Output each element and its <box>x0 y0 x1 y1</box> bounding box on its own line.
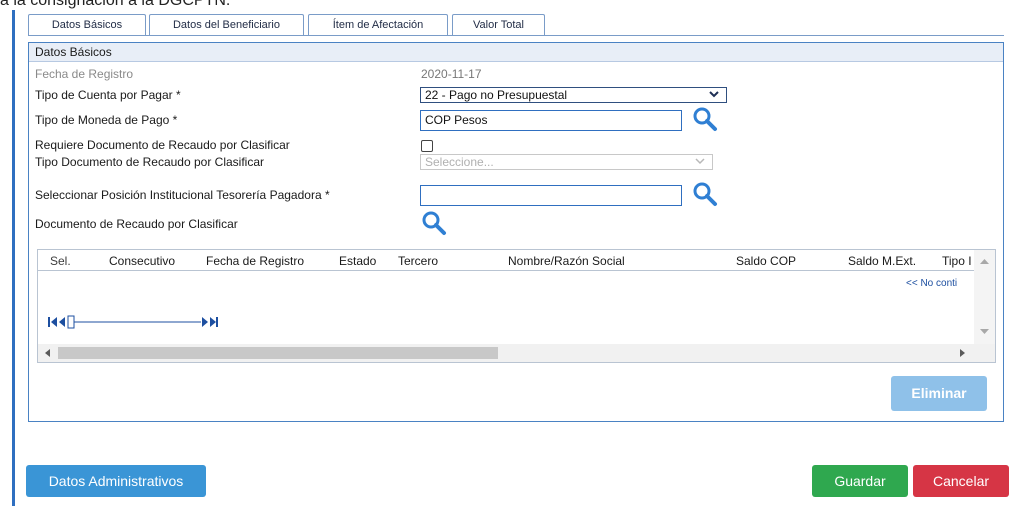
column-header-consecutivo[interactable]: Consecutivo <box>109 254 175 268</box>
column-header-estado[interactable]: Estado <box>339 254 376 268</box>
first-page-icon[interactable] <box>48 317 57 327</box>
next-page-icon[interactable] <box>202 317 208 327</box>
grid-pager <box>48 314 218 330</box>
doc-recaudo-label: Documento de Recaudo por Clasificar <box>35 217 238 231</box>
horizontal-scroll-thumb[interactable] <box>58 347 498 359</box>
column-header-saldo-mext[interactable]: Saldo M.Ext. <box>848 254 916 268</box>
document-text: a la consignación a la DGCPTN. <box>0 0 231 9</box>
eliminar-button[interactable]: Eliminar <box>891 376 987 411</box>
column-header-saldo-cop[interactable]: Saldo COP <box>736 254 796 268</box>
datos-administrativos-button[interactable]: Datos Administrativos <box>26 465 206 497</box>
requiere-doc-label: Requiere Documento de Recaudo por Clasif… <box>35 138 290 152</box>
previous-page-icon[interactable] <box>59 317 65 327</box>
search-icon[interactable] <box>421 210 447 236</box>
panel-title: Datos Básicos <box>29 43 1003 62</box>
tipo-moneda-input[interactable]: COP Pesos <box>420 110 682 131</box>
requiere-doc-checkbox[interactable] <box>421 140 433 152</box>
cancelar-button[interactable]: Cancelar <box>913 465 1009 497</box>
tipo-cuenta-label: Tipo de Cuenta por Pagar * <box>35 88 181 102</box>
grid-header <box>38 250 974 271</box>
tab-item-afectacion[interactable]: Ítem de Afectación <box>308 14 448 36</box>
tipo-doc-placeholder: Seleccione... <box>425 155 494 169</box>
chevron-down-icon <box>708 88 720 104</box>
fecha-registro-label: Fecha de Registro <box>35 67 134 81</box>
left-accent-bar <box>12 10 15 506</box>
posicion-label: Seleccionar Posición Institucional Tesor… <box>35 188 330 202</box>
tipo-cuenta-value: 22 - Pago no Presupuestal <box>425 88 568 102</box>
tab-valor-total[interactable]: Valor Total <box>452 14 545 36</box>
tipo-cuenta-select[interactable]: 22 - Pago no Presupuestal <box>420 87 727 103</box>
column-header-tercero[interactable]: Tercero <box>398 254 438 268</box>
column-header-sel[interactable]: Sel. <box>50 254 71 268</box>
column-header-nombre[interactable]: Nombre/Razón Social <box>508 254 625 268</box>
chevron-down-icon <box>694 155 706 171</box>
tab-strip-border <box>28 35 1004 36</box>
search-icon[interactable] <box>692 106 718 132</box>
fecha-registro-value: 2020-11-17 <box>421 67 482 81</box>
search-icon[interactable] <box>692 181 718 207</box>
page-slider[interactable] <box>67 315 201 329</box>
tab-datos-basicos[interactable]: Datos Básicos <box>28 14 146 36</box>
vertical-scrollbar[interactable] <box>974 250 995 344</box>
empty-grid-message: << No conti <box>906 278 958 289</box>
tipo-doc-label: Tipo Documento de Recaudo por Clasificar <box>35 155 265 169</box>
tipo-moneda-label: Tipo de Moneda de Pago * <box>35 113 178 127</box>
posicion-input[interactable] <box>420 185 682 206</box>
column-header-tipo[interactable]: Tipo I <box>942 254 974 268</box>
guardar-button[interactable]: Guardar <box>812 465 908 497</box>
tab-datos-beneficiario[interactable]: Datos del Beneficiario <box>149 14 304 36</box>
last-page-icon[interactable] <box>210 317 218 327</box>
column-header-fecha-registro[interactable]: Fecha de Registro <box>206 254 304 268</box>
tipo-doc-select[interactable]: Seleccione... <box>420 154 713 170</box>
